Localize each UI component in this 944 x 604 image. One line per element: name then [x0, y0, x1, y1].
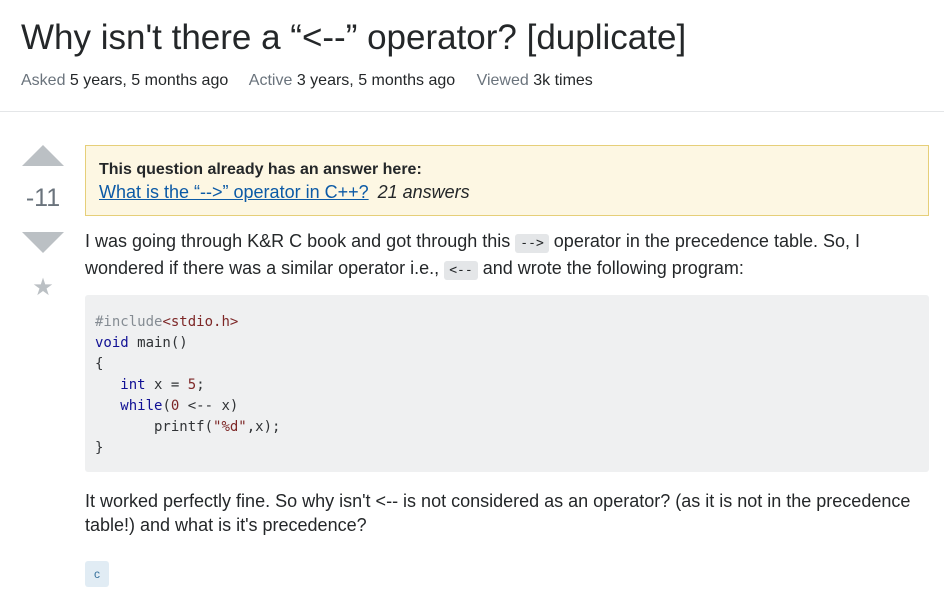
duplicate-notice-heading: This question already has an answer here… [99, 161, 422, 178]
code-block: #include<stdio.h> void main() { int x = … [85, 295, 929, 472]
code-keyword-while: while [120, 398, 163, 414]
code-keyword-int: int [120, 377, 146, 393]
inline-code-arrow: --> [515, 234, 549, 253]
viewed-value: 3k times [533, 72, 593, 89]
duplicate-question-link[interactable]: What is the “-->” operator in C++? [99, 182, 369, 202]
vote-count: -11 [25, 184, 61, 212]
p1-text-a: I was going through K&R C book and got t… [85, 231, 511, 251]
asked-label: Asked [21, 72, 66, 89]
code-main-decl: main() [128, 335, 188, 351]
duplicate-answer-count: 21 answers [377, 182, 470, 202]
page-title[interactable]: Why isn't there a “<--” operator? [dupli… [21, 14, 686, 62]
code-close-brace: } [95, 440, 104, 456]
code-include-directive: #include [95, 314, 163, 330]
header-divider [0, 111, 944, 112]
question-page: Why isn't there a “<--” operator? [dupli… [0, 0, 944, 604]
code-while-a: ( [162, 398, 171, 414]
active-value[interactable]: 3 years, 5 months ago [297, 72, 455, 89]
viewed-label: Viewed [476, 72, 529, 89]
favorite-star-icon[interactable]: ★ [30, 274, 56, 302]
duplicate-notice: This question already has an answer here… [85, 145, 929, 216]
vote-down-arrow-icon[interactable] [22, 232, 64, 253]
code-keyword-void: void [95, 335, 129, 351]
code-text: #include<stdio.h> void main() { int x = … [95, 312, 280, 459]
code-while-b: <-- x) [179, 398, 239, 414]
code-number-5: 5 [187, 377, 197, 393]
asked-value[interactable]: 5 years, 5 months ago [70, 72, 228, 89]
code-open-brace: { [95, 356, 104, 372]
question-paragraph-1: I was going through K&R C book and got t… [85, 229, 925, 283]
code-int-decl-b: ; [196, 377, 205, 393]
viewed-info: Viewed 3k times [477, 72, 593, 89]
duplicate-link-line: What is the “-->” operator in C++? 21 ans… [99, 181, 470, 203]
vote-up-arrow-icon[interactable] [22, 145, 64, 166]
p1-text-c: and wrote the following program: [482, 258, 744, 278]
question-meta: Asked 5 years, 5 months ago Active 3 yea… [21, 71, 610, 91]
code-printf-b: ,x); [246, 419, 281, 435]
tag-c[interactable]: c [85, 561, 109, 587]
asked-info: Asked 5 years, 5 months ago [21, 72, 228, 89]
code-int-decl-a: x = [145, 377, 188, 393]
code-printf-a: printf( [95, 419, 214, 435]
inline-code-reverse-arrow: <-- [444, 261, 478, 280]
active-label: Active [248, 72, 293, 89]
code-format-string: "%d" [213, 419, 247, 435]
code-include-header: <stdio.h> [162, 314, 239, 330]
active-info: Active 3 years, 5 months ago [249, 72, 455, 89]
question-paragraph-2: It worked perfectly fine. So why isn't <… [85, 491, 911, 535]
